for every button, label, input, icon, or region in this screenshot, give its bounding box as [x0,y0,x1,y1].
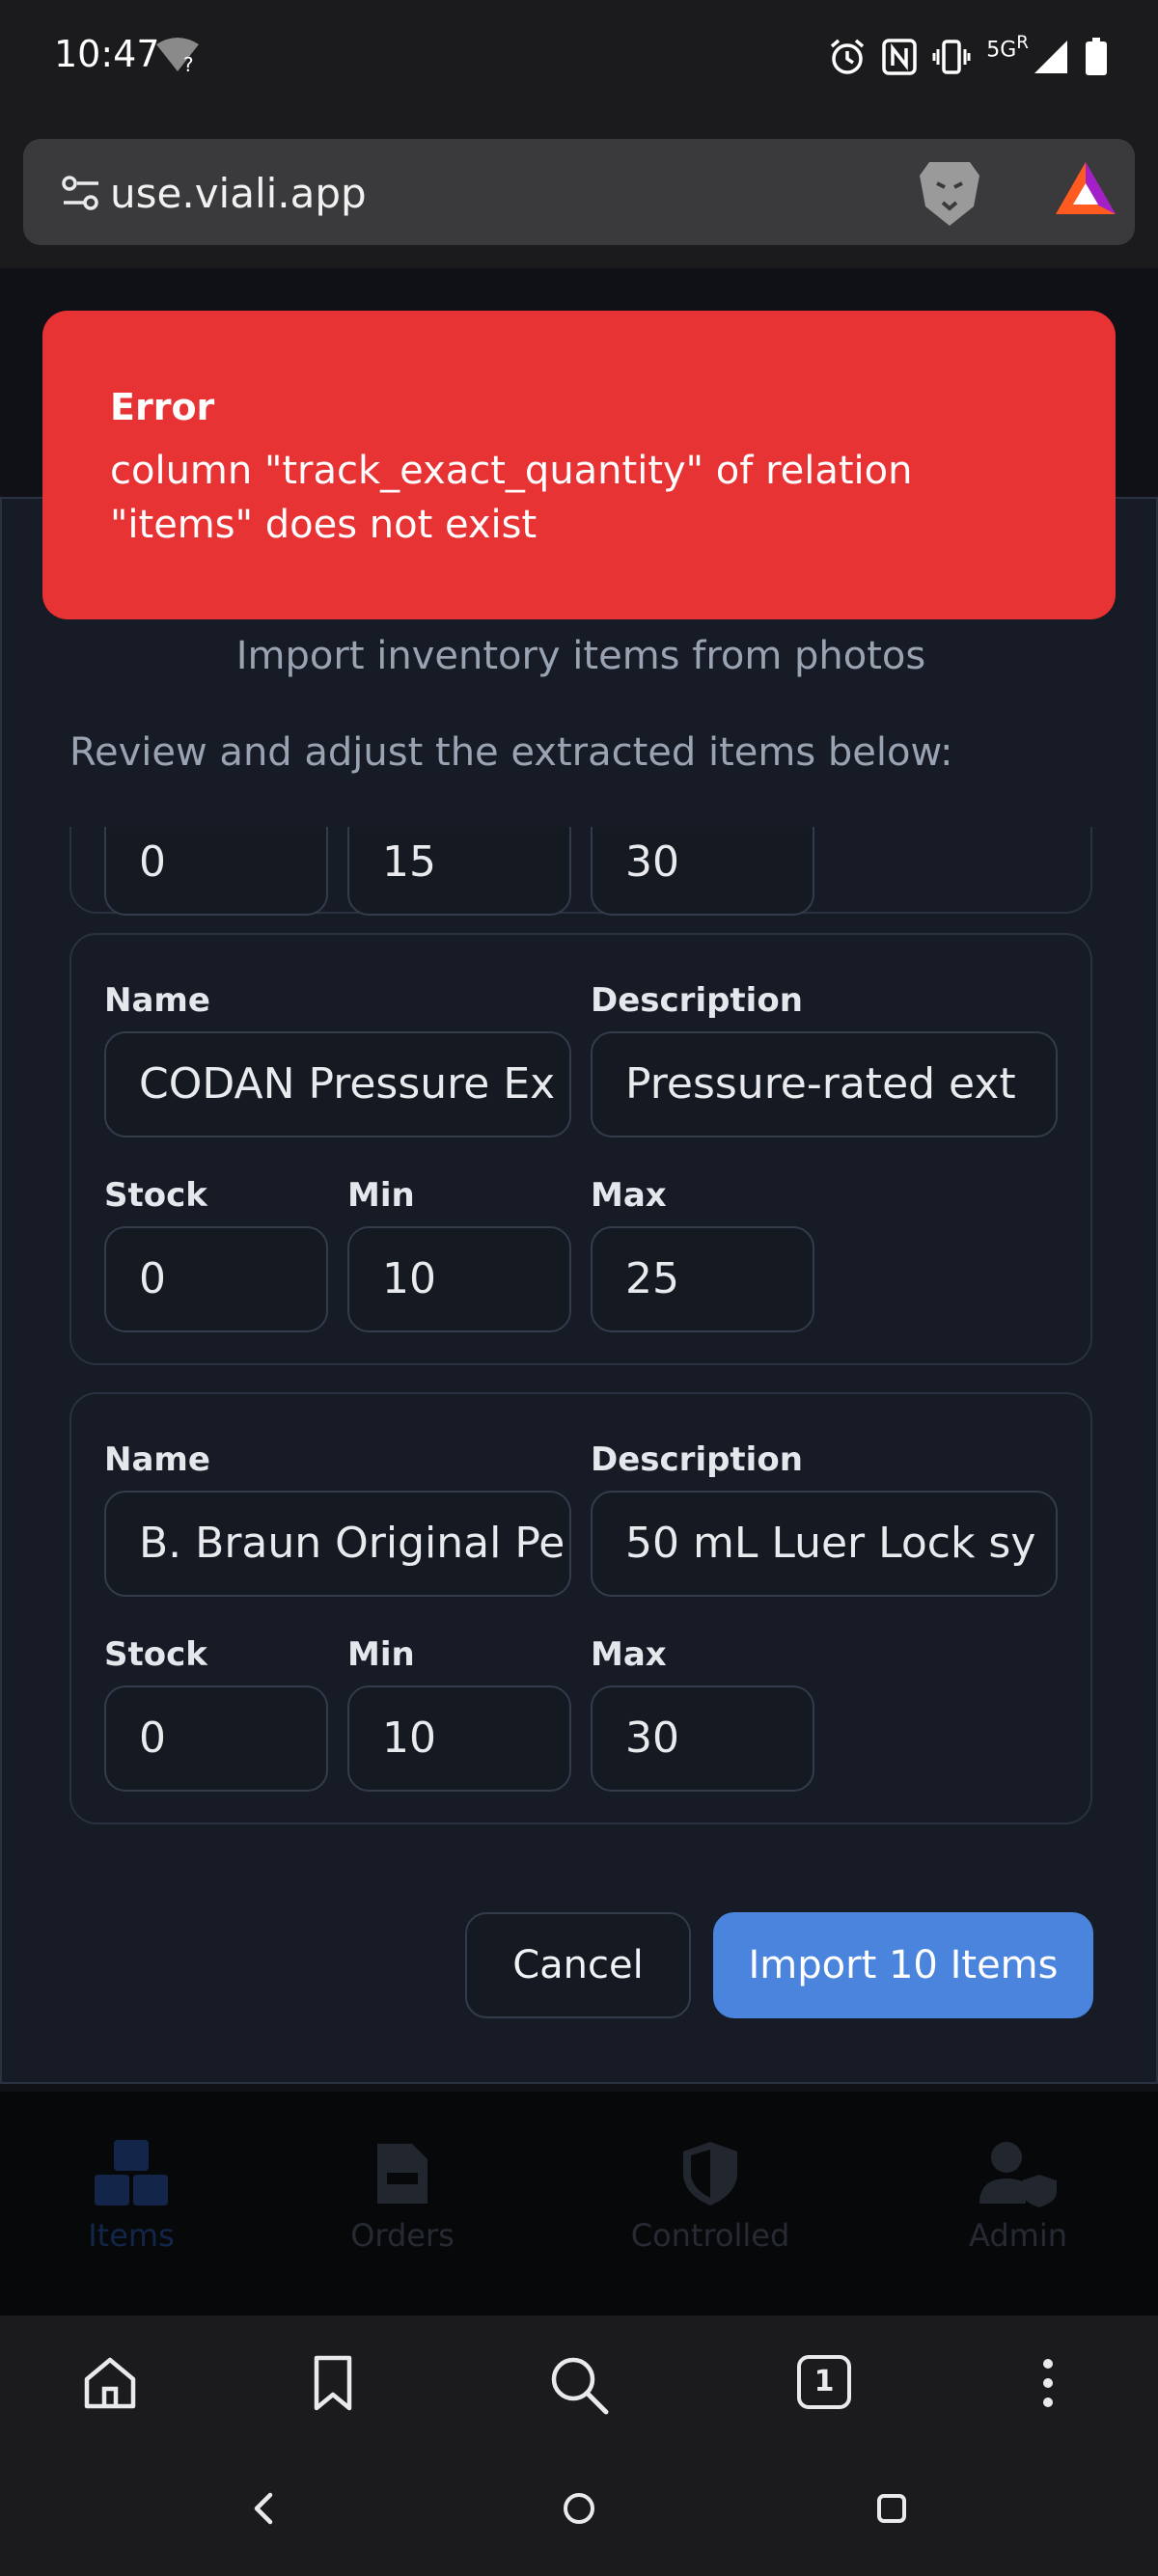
nfc-icon [882,39,917,75]
status-time: 10:47 [54,33,160,75]
stock-input[interactable]: 0 [104,1226,328,1332]
max-input[interactable]: 25 [591,1226,814,1332]
error-toast[interactable]: Error column "track_exact_quantity" of r… [42,311,1116,619]
toast-title: Error [110,386,215,428]
import-dialog: Import inventory items from photos Revie… [0,497,1158,2084]
alarm-icon [831,39,865,74]
url-text[interactable]: use.viali.app [110,170,367,217]
cancel-button[interactable]: Cancel [465,1912,691,2018]
status-bar: 10:47 ? 5GR [0,0,1158,116]
item-card: Name Description CODAN Pressure Ex Press… [69,933,1092,1365]
min-label: Min [347,1635,415,1674]
stock-input[interactable]: 0 [104,827,328,916]
browser-url-area: use.viali.app [0,116,1158,268]
nav-label-controlled: Controlled [630,2217,790,2254]
max-input[interactable]: 30 [591,1685,814,1792]
name-label: Name [104,981,210,1020]
max-label: Max [591,1635,667,1674]
network-type: 5GR [986,32,1029,63]
boxes-icon [95,2140,168,2206]
stock-label: Stock [104,1635,207,1674]
min-input[interactable]: 10 [347,1226,571,1332]
recents-icon[interactable] [872,2489,911,2532]
toast-message: column "track_exact_quantity" of relatio… [110,449,913,547]
back-icon[interactable] [249,2489,278,2532]
nav-item-orders[interactable]: Orders [296,2140,509,2254]
min-label: Min [347,1176,415,1215]
shield-icon [683,2142,737,2206]
document-icon [377,2144,427,2204]
min-input[interactable]: 15 [347,827,571,916]
brave-shields-icon[interactable] [916,158,983,233]
nav-label-items: Items [88,2217,175,2254]
import-items-button[interactable]: Import 10 Items [713,1912,1093,2018]
dialog-hint: Review and adjust the extracted items be… [69,730,953,775]
brave-rewards-icon[interactable] [1054,160,1117,222]
description-label: Description [591,1440,803,1479]
battery-icon [1086,38,1107,75]
dialog-subtitle: Import inventory items from photos [235,634,926,678]
site-settings-icon[interactable] [60,172,102,218]
nav-label-admin: Admin [969,2217,1067,2254]
name-input[interactable]: CODAN Pressure Ex [104,1031,571,1137]
wifi-question-icon: ? [154,37,201,76]
item-card: 0 15 30 [69,827,1092,916]
description-input[interactable]: 50 mL Luer Lock sy [591,1491,1058,1597]
signal-icon [1034,41,1067,73]
status-icons: 5GR [828,33,1108,81]
min-input[interactable]: 10 [347,1685,571,1792]
max-input[interactable]: 30 [591,827,814,916]
description-label: Description [591,981,803,1020]
nav-label-orders: Orders [350,2217,455,2254]
svg-text:?: ? [183,53,194,75]
stock-input[interactable]: 0 [104,1685,328,1792]
nav-item-controlled[interactable]: Controlled [604,2140,816,2254]
description-input[interactable]: Pressure-rated ext [591,1031,1058,1137]
browser-toolbar: 1 [0,2316,1158,2451]
vibrate-icon [932,40,971,74]
dialog-actions: Cancel Import 10 Items [2,1912,1158,2018]
nav-item-items[interactable]: Items [25,2140,237,2254]
tab-count-button[interactable]: 1 [797,2355,851,2409]
name-input[interactable]: B. Braun Original Pe [104,1491,571,1597]
items-list[interactable]: 0 15 30 Name Description CODAN Pressure … [68,827,1094,1869]
url-bar[interactable]: use.viali.app [23,139,1135,245]
name-label: Name [104,1440,210,1479]
max-label: Max [591,1176,667,1215]
stock-label: Stock [104,1176,207,1215]
bookmark-icon[interactable] [309,2354,357,2416]
item-card: Name Description B. Braun Original Pe 50… [69,1392,1092,1824]
nav-item-admin[interactable]: Admin [912,2140,1124,2254]
admin-user-shield-icon [979,2142,1057,2207]
home-circle-icon[interactable] [560,2489,598,2532]
app-bottom-nav: Items Orders Controlled Admin [0,2092,1158,2316]
home-icon[interactable] [81,2354,139,2416]
system-navigation [0,2451,1158,2576]
search-icon[interactable] [548,2354,610,2420]
more-menu-icon[interactable] [1036,2354,1060,2416]
